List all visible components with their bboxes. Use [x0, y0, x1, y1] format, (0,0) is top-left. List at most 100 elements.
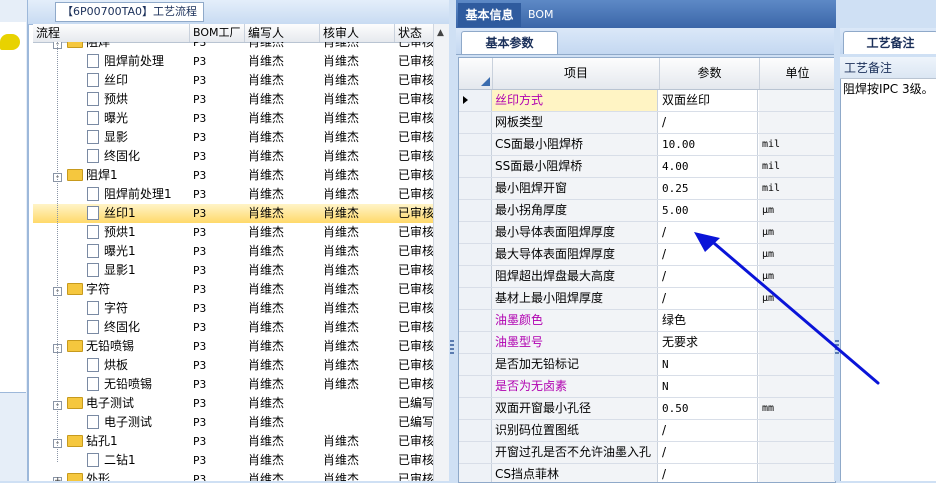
param-row[interactable]: 最小导体表面阻焊厚度 / μm	[459, 222, 835, 244]
param-row[interactable]: 是否为无卤素 N	[459, 376, 835, 398]
param-value-cell[interactable]: /	[659, 288, 758, 309]
tree-row[interactable]: 曝光 P3 肖维杰 肖维杰 已审核	[33, 109, 433, 128]
param-row[interactable]: 开窗过孔是否不允许油墨入孔 /	[459, 442, 835, 464]
row-indicator[interactable]	[459, 288, 492, 309]
row-indicator[interactable]	[459, 112, 492, 133]
param-value-cell[interactable]: 0.25	[659, 178, 758, 199]
splitter-grip-icon[interactable]	[450, 340, 454, 356]
row-indicator[interactable]	[459, 354, 492, 375]
tab-basic-params[interactable]: 基本参数	[461, 31, 558, 54]
col-header-reviewer[interactable]: 核审人	[319, 24, 394, 42]
panel-splitter[interactable]	[449, 0, 456, 481]
tree-row[interactable]: 阻焊前处理1 P3 肖维杰 肖维杰 已审核	[33, 185, 433, 204]
tab-bom[interactable]: BOM	[528, 3, 558, 27]
param-row[interactable]: 是否加无铅标记 N	[459, 354, 835, 376]
col-header-param[interactable]: 参数	[659, 58, 759, 89]
param-row[interactable]: 双面开窗最小孔径 0.50 mm	[459, 398, 835, 420]
param-row[interactable]: 油墨颜色 绿色	[459, 310, 835, 332]
row-indicator[interactable]	[459, 90, 492, 111]
tree-row[interactable]: 显影1 P3 肖维杰 肖维杰 已审核	[33, 261, 433, 280]
tree-row[interactable]: 曝光1 P3 肖维杰 肖维杰 已审核	[33, 242, 433, 261]
tree-row[interactable]: 预烘1 P3 肖维杰 肖维杰 已审核	[33, 223, 433, 242]
param-row[interactable]: 最大导体表面阻焊厚度 / μm	[459, 244, 835, 266]
row-indicator[interactable]	[459, 420, 492, 441]
tree-folder-row[interactable]: - 电子测试 P3 肖维杰 已编写	[33, 394, 433, 413]
tree-folder-row[interactable]: - 阻焊 P3 肖维杰 肖维杰 已审核	[33, 42, 433, 52]
row-indicator[interactable]	[459, 398, 492, 419]
col-header-status[interactable]: 状态	[394, 24, 433, 42]
tab-process-remark[interactable]: 工艺备注	[843, 31, 936, 54]
col-header-bom-factory[interactable]: BOM工厂	[189, 24, 244, 42]
row-indicator[interactable]	[459, 332, 492, 353]
tree-row[interactable]: 预烘 P3 肖维杰 肖维杰 已审核	[33, 90, 433, 109]
row-indicator[interactable]	[459, 156, 492, 177]
row-indicator[interactable]	[459, 178, 492, 199]
param-row[interactable]: 识别码位置图纸 /	[459, 420, 835, 442]
param-value-cell[interactable]: /	[659, 222, 758, 243]
param-value-cell[interactable]: /	[659, 420, 758, 441]
row-indicator[interactable]	[459, 222, 492, 243]
row-indicator[interactable]	[459, 244, 492, 265]
param-row[interactable]: CS面最小阻焊桥 10.00 mil	[459, 134, 835, 156]
col-header-writer[interactable]: 编写人	[244, 24, 319, 42]
param-row[interactable]: 丝印方式 双面丝印	[459, 90, 835, 112]
param-value-cell[interactable]: /	[659, 464, 758, 482]
tree-row[interactable]: 终固化 P3 肖维杰 肖维杰 已审核	[33, 147, 433, 166]
row-indicator[interactable]	[459, 442, 492, 463]
param-value-cell[interactable]: 无要求	[659, 332, 758, 353]
tree-folder-row[interactable]: - 无铅喷锡 P3 肖维杰 肖维杰 已审核	[33, 337, 433, 356]
row-indicator[interactable]	[459, 200, 492, 221]
row-indicator[interactable]	[459, 266, 492, 287]
param-row[interactable]: 油墨型号 无要求	[459, 332, 835, 354]
param-row[interactable]: 最小拐角厚度 5.00 μm	[459, 200, 835, 222]
param-row[interactable]: 阻焊超出焊盘最大高度 / μm	[459, 266, 835, 288]
scroll-up-icon[interactable]: ▲	[437, 28, 444, 38]
param-value-cell[interactable]: 0.50	[659, 398, 758, 419]
chat-bubble-icon[interactable]	[0, 34, 20, 50]
param-value-cell[interactable]: N	[659, 354, 758, 375]
tree-row[interactable]: 丝印1 P3 肖维杰 肖维杰 已审核	[33, 204, 433, 223]
param-value-cell[interactable]: 双面丝印	[659, 90, 758, 111]
row-indicator[interactable]	[459, 376, 492, 397]
tree-row[interactable]: 阻焊前处理 P3 肖维杰 肖维杰 已审核	[33, 52, 433, 71]
tree-row[interactable]: 丝印 P3 肖维杰 肖维杰 已审核	[33, 71, 433, 90]
tree-row[interactable]: 无铅喷锡 P3 肖维杰 肖维杰 已审核	[33, 375, 433, 394]
tree-row[interactable]: 二钻1 P3 肖维杰 肖维杰 已审核	[33, 451, 433, 470]
tree-row[interactable]: 终固化 P3 肖维杰 肖维杰 已审核	[33, 318, 433, 337]
select-all-icon[interactable]	[481, 77, 490, 86]
right-splitter-grip-icon[interactable]	[835, 340, 839, 356]
tree-folder-row[interactable]: - 字符 P3 肖维杰 肖维杰 已审核	[33, 280, 433, 299]
tree-node[interactable]: + 外形	[33, 470, 189, 481]
col-header-unit[interactable]: 单位	[759, 58, 835, 89]
param-value-cell[interactable]: 绿色	[659, 310, 758, 331]
tree-folder-row[interactable]: - 钻孔1 P3 肖维杰 肖维杰 已审核	[33, 432, 433, 451]
grid-corner[interactable]	[459, 58, 492, 89]
tree-folder-row[interactable]: - 阻焊1 P3 肖维杰 肖维杰 已审核	[33, 166, 433, 185]
param-row[interactable]: 网板类型 /	[459, 112, 835, 134]
tree-vertical-scrollbar[interactable]: ▲	[433, 24, 450, 481]
row-indicator[interactable]	[459, 464, 492, 482]
tree-row[interactable]: 电子测试 P3 肖维杰 已编写	[33, 413, 433, 432]
row-indicator[interactable]	[459, 310, 492, 331]
param-value-cell[interactable]: N	[659, 376, 758, 397]
tree-row[interactable]: 字符 P3 肖维杰 肖维杰 已审核	[33, 299, 433, 318]
tree-row[interactable]: 烘板 P3 肖维杰 肖维杰 已审核	[33, 356, 433, 375]
param-row[interactable]: 基材上最小阻焊厚度 / μm	[459, 288, 835, 310]
tree-folder-row[interactable]: + 外形 P3 肖维杰 肖维杰 已审核	[33, 470, 433, 481]
param-value-cell[interactable]: /	[659, 112, 758, 133]
col-header-item[interactable]: 项目	[492, 58, 659, 89]
process-remark-text[interactable]: 阻焊按IPC 3级。	[843, 80, 936, 98]
param-value-cell[interactable]: /	[659, 442, 758, 463]
param-row[interactable]: CS挡点菲林 /	[459, 464, 835, 482]
param-row[interactable]: 最小阻焊开窗 0.25 mil	[459, 178, 835, 200]
param-value-cell[interactable]: 10.00	[659, 134, 758, 155]
expand-icon[interactable]: +	[53, 477, 62, 481]
param-value-cell[interactable]: /	[659, 244, 758, 265]
col-header-process[interactable]: 流程	[33, 24, 189, 42]
tree-row[interactable]: 显影 P3 肖维杰 肖维杰 已审核	[33, 128, 433, 147]
param-value-cell[interactable]: 5.00	[659, 200, 758, 221]
param-value-cell[interactable]: 4.00	[659, 156, 758, 177]
param-value-cell[interactable]: /	[659, 266, 758, 287]
param-row[interactable]: SS面最小阻焊桥 4.00 mil	[459, 156, 835, 178]
tab-basic-info[interactable]: 基本信息	[458, 3, 521, 27]
